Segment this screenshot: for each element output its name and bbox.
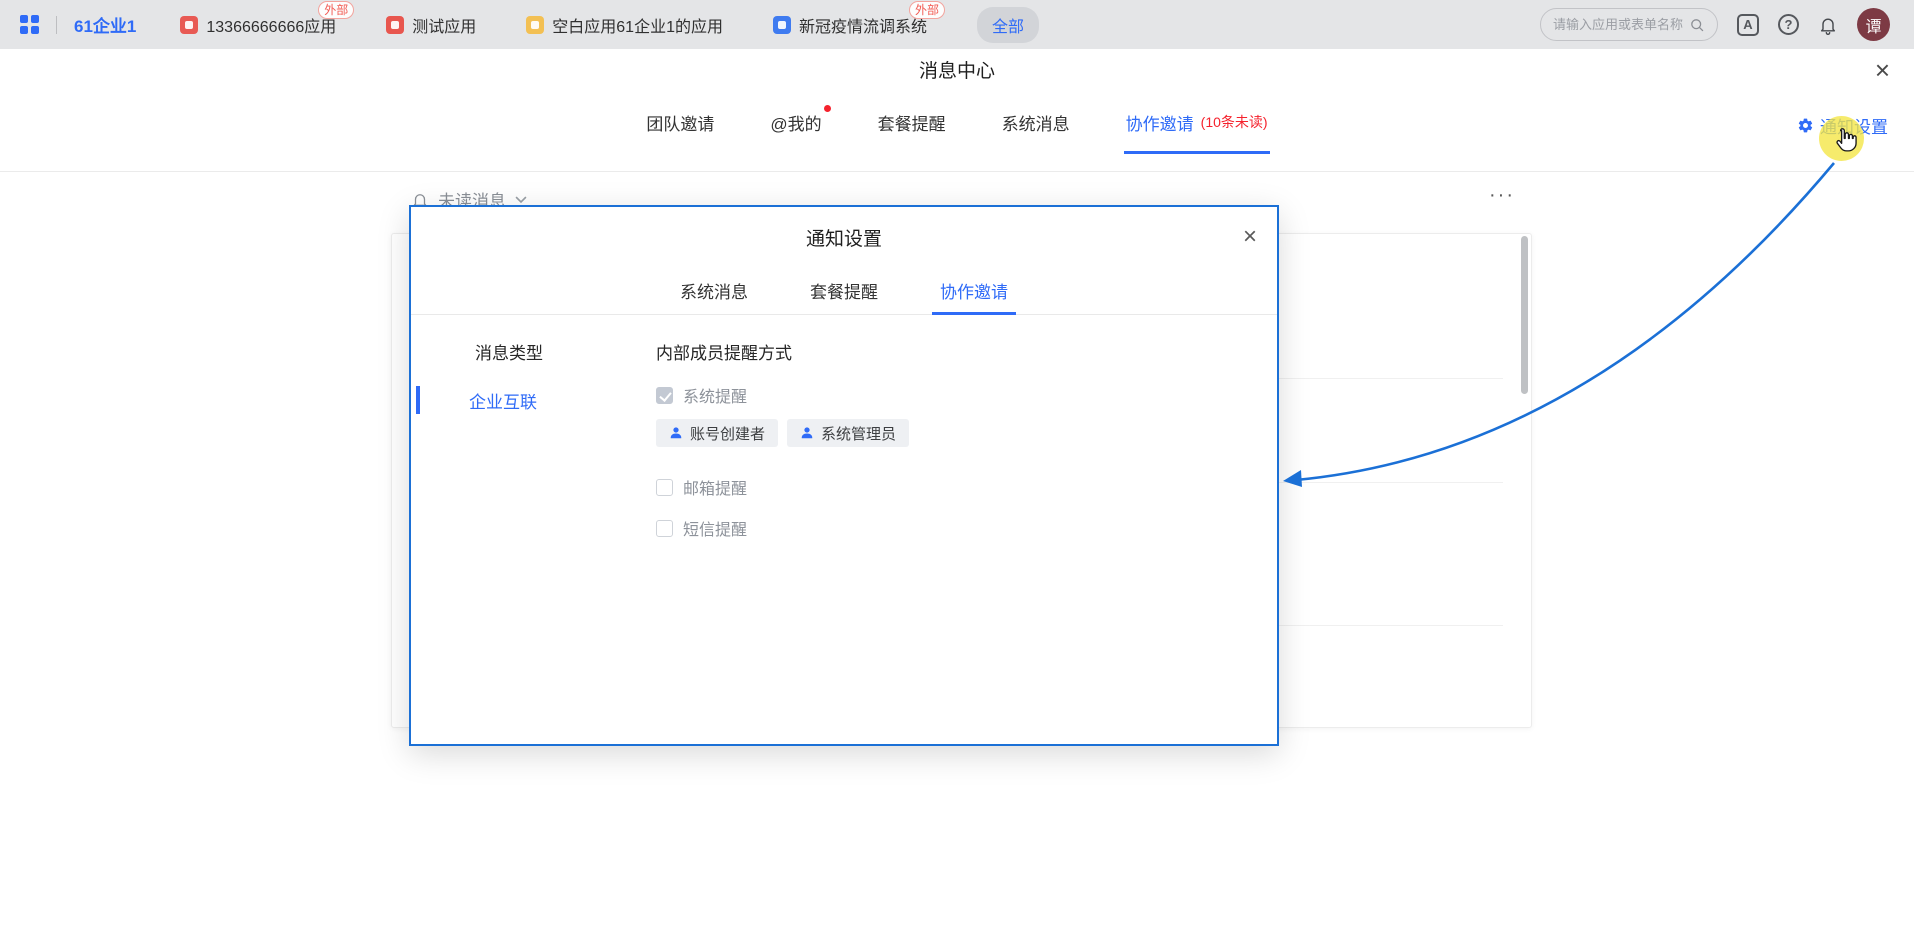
option-sms-remind: 短信提醒 bbox=[656, 516, 747, 540]
topbar-right: A ? 谭 bbox=[1540, 8, 1890, 41]
modal-body: 消息类型 内部成员提醒方式 企业互联 系统提醒 账号创建者 系统管理员 邮箱提醒… bbox=[411, 315, 1277, 744]
tab-at-me[interactable]: @我的 bbox=[770, 90, 821, 154]
app-icon bbox=[773, 16, 791, 34]
modal-close-icon[interactable]: × bbox=[1243, 225, 1257, 249]
person-icon bbox=[669, 426, 683, 440]
modal-tab-system-message[interactable]: 系统消息 bbox=[680, 267, 748, 314]
scrollbar[interactable] bbox=[1521, 236, 1528, 725]
tag-label: 系统管理员 bbox=[821, 423, 896, 444]
nav-item-enterprise-link[interactable]: 企业互联 bbox=[411, 383, 596, 417]
app-icon bbox=[180, 16, 198, 34]
divider bbox=[56, 16, 57, 34]
unread-dot bbox=[824, 105, 831, 112]
modal-title: 通知设置 bbox=[806, 224, 882, 251]
checkbox-sms-remind[interactable] bbox=[656, 520, 673, 537]
tab-collab-invite[interactable]: 协作邀请 (10条未读) bbox=[1126, 90, 1268, 154]
help-icon[interactable]: ? bbox=[1778, 14, 1799, 35]
tag-label: 账号创建者 bbox=[690, 423, 765, 444]
tab-system-message[interactable]: 系统消息 bbox=[1002, 90, 1070, 154]
app-icon bbox=[386, 16, 404, 34]
language-icon[interactable]: A bbox=[1737, 14, 1759, 36]
modal-tabs: 系统消息 套餐提醒 协作邀请 bbox=[411, 267, 1277, 315]
app-name: 空白应用61企业1的应用 bbox=[552, 13, 723, 37]
option-label: 邮箱提醒 bbox=[683, 475, 747, 499]
topbar: 61企业1 13366666666应用 外部 测试应用 空白应用61企业1的应用… bbox=[0, 0, 1914, 49]
notification-settings-modal: 通知设置 × 系统消息 套餐提醒 协作邀请 消息类型 内部成员提醒方式 企业互联… bbox=[409, 205, 1279, 746]
message-center-tabs: 团队邀请 @我的 套餐提醒 系统消息 协作邀请 (10条未读) bbox=[0, 90, 1914, 154]
avatar[interactable]: 谭 bbox=[1857, 8, 1890, 41]
app-name: 测试应用 bbox=[412, 13, 476, 37]
more-actions-button[interactable]: ··· bbox=[1489, 185, 1515, 205]
gear-icon bbox=[1797, 117, 1814, 134]
close-icon[interactable]: × bbox=[1875, 57, 1890, 83]
message-center-header: 消息中心 bbox=[0, 49, 1914, 90]
tab-team-invite[interactable]: 团队邀请 bbox=[646, 90, 714, 154]
settings-label: 通知设置 bbox=[1820, 113, 1888, 138]
chevron-down-icon bbox=[515, 196, 527, 204]
app-name: 新冠疫情流调系统 bbox=[799, 13, 927, 37]
external-badge: 外部 bbox=[909, 1, 945, 19]
tab-label: 团队邀请 bbox=[646, 110, 714, 135]
tab-label: 套餐提醒 bbox=[878, 110, 946, 135]
topbar-app-1[interactable]: 13366666666应用 外部 bbox=[180, 13, 336, 37]
workspace-name[interactable]: 61企业1 bbox=[74, 12, 136, 37]
app-grid-icon[interactable] bbox=[20, 15, 39, 34]
person-icon bbox=[800, 426, 814, 440]
tab-label: 协作邀请 bbox=[1126, 110, 1194, 135]
member-tag-system-admin[interactable]: 系统管理员 bbox=[787, 419, 909, 447]
option-system-remind: 系统提醒 bbox=[656, 383, 747, 407]
modal-tab-collab-invite[interactable]: 协作邀请 bbox=[940, 267, 1008, 314]
notification-settings-button[interactable]: 通知设置 bbox=[1797, 113, 1888, 138]
tab-label: 系统消息 bbox=[680, 278, 748, 303]
topbar-app-2[interactable]: 测试应用 bbox=[386, 13, 476, 37]
tab-label: @我的 bbox=[770, 110, 821, 135]
app-icon bbox=[526, 16, 544, 34]
app-name: 13366666666应用 bbox=[206, 13, 336, 37]
option-label: 短信提醒 bbox=[683, 516, 747, 540]
checkbox-email-remind[interactable] bbox=[656, 479, 673, 496]
unread-count: (10条未读) bbox=[1201, 112, 1268, 132]
message-type-header: 消息类型 bbox=[475, 339, 543, 364]
option-email-remind: 邮箱提醒 bbox=[656, 475, 747, 499]
page-title: 消息中心 bbox=[919, 56, 995, 83]
tab-label: 系统消息 bbox=[1002, 110, 1070, 135]
remind-method-header: 内部成员提醒方式 bbox=[656, 339, 792, 364]
member-tag-account-creator[interactable]: 账号创建者 bbox=[656, 419, 778, 447]
tab-label: 套餐提醒 bbox=[810, 278, 878, 303]
app-search-input[interactable] bbox=[1553, 17, 1683, 32]
search-icon bbox=[1689, 17, 1705, 33]
external-badge: 外部 bbox=[318, 1, 354, 19]
modal-tab-plan-reminder[interactable]: 套餐提醒 bbox=[810, 267, 878, 314]
notification-bell-icon[interactable] bbox=[1818, 15, 1838, 35]
topbar-left: 61企业1 13366666666应用 外部 测试应用 空白应用61企业1的应用… bbox=[20, 7, 1540, 43]
option-label: 系统提醒 bbox=[683, 383, 747, 407]
tab-label: 协作邀请 bbox=[940, 278, 1008, 303]
checkbox-system-remind[interactable] bbox=[656, 387, 673, 404]
all-apps-button[interactable]: 全部 bbox=[977, 7, 1039, 43]
topbar-app-4[interactable]: 新冠疫情流调系统 外部 bbox=[773, 13, 927, 37]
tab-plan-reminder[interactable]: 套餐提醒 bbox=[878, 90, 946, 154]
app-search-box[interactable] bbox=[1540, 8, 1718, 41]
member-tags-row: 账号创建者 系统管理员 bbox=[656, 419, 909, 447]
modal-header: 通知设置 × bbox=[411, 207, 1277, 267]
scrollbar-thumb[interactable] bbox=[1521, 236, 1528, 394]
topbar-app-3[interactable]: 空白应用61企业1的应用 bbox=[526, 13, 723, 37]
